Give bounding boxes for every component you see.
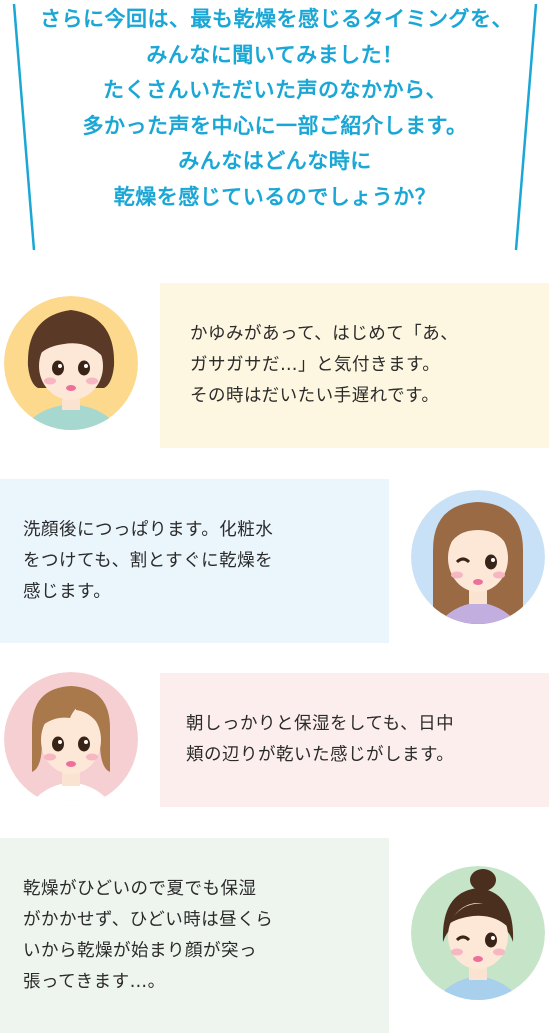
comment-bubble: 洗顔後につっぱります。化粧水 をつけても、割とすぐに乾燥を 感じます。 <box>0 479 389 643</box>
avatar <box>411 490 545 624</box>
intro-line: みんなはどんな時に <box>178 149 372 174</box>
woman-bob-hair-icon <box>4 672 138 806</box>
intro-section: さらに今回は、最も乾燥を感じるタイミングを、 みんなに聞いてみました！ たくさん… <box>0 0 550 260</box>
avatar <box>411 866 545 1000</box>
woman-bun-hair-winking-icon <box>411 866 545 1000</box>
woman-long-hair-winking-icon <box>411 490 545 624</box>
comment-line: 頬の辺りが乾いた感じがします。 <box>186 745 455 765</box>
comment-line: ガサガサだ…」と気付きます。 <box>190 355 441 375</box>
comment-text: かゆみがあって、はじめて「あ、 ガサガサだ…」と気付きます。 その時はだいたい手… <box>190 319 458 412</box>
comment-line: 乾燥がひどいので夏でも保湿 <box>23 878 257 899</box>
avatar <box>4 296 138 430</box>
intro-line: さらに今回は、最も乾燥を感じるタイミングを、 <box>40 7 513 31</box>
comment-bubble: 乾燥がひどいので夏でも保湿 がかかせず、ひどい時は昼くら いから乾燥が始まり顔が… <box>0 838 389 1033</box>
intro-line: みんなに聞いてみました！ <box>146 42 404 67</box>
woman-short-dark-hair-icon <box>4 296 138 430</box>
comment-line: 張ってきます…。 <box>23 971 166 992</box>
comment-line: がかかせず、ひどい時は昼くら <box>23 909 274 930</box>
comment-text: 洗顔後につっぱります。化粧水 をつけても、割とすぐに乾燥を 感じます。 <box>23 515 273 608</box>
comment-line: 洗顔後につっぱります。化粧水 <box>23 519 274 540</box>
comment-text: 朝しっかりと保湿をしても、日中 頬の辺りが乾いた感じがします。 <box>186 709 454 771</box>
comment-line: その時はだいたい手遅れです。 <box>190 386 440 406</box>
intro-line: 乾燥を感じているのでしょうか？ <box>113 184 437 209</box>
intro-heading: さらに今回は、最も乾燥を感じるタイミングを、 みんなに聞いてみました！ たくさん… <box>40 2 513 216</box>
comment-line: 朝しっかりと保湿をしても、日中 <box>186 714 455 734</box>
comment-line: かゆみがあって、はじめて「あ、 <box>190 324 459 344</box>
intro-line: 多かった声を中心に一部ご紹介します。 <box>82 113 468 138</box>
comment-bubble: 朝しっかりと保湿をしても、日中 頬の辺りが乾いた感じがします。 <box>160 673 549 807</box>
comment-line: をつけても、割とすぐに乾燥を <box>23 550 274 571</box>
comment-text: 乾燥がひどいので夏でも保湿 がかかせず、ひどい時は昼くら いから乾燥が始まり顔が… <box>23 874 273 998</box>
avatar <box>4 672 138 806</box>
comment-line: いから乾燥が始まり顔が突っ <box>23 940 257 961</box>
comment-bubble: かゆみがあって、はじめて「あ、 ガサガサだ…」と気付きます。 その時はだいたい手… <box>160 283 549 448</box>
intro-line: たくさんいただいた声のなかから、 <box>103 78 447 103</box>
comment-line: 感じます。 <box>23 581 112 602</box>
